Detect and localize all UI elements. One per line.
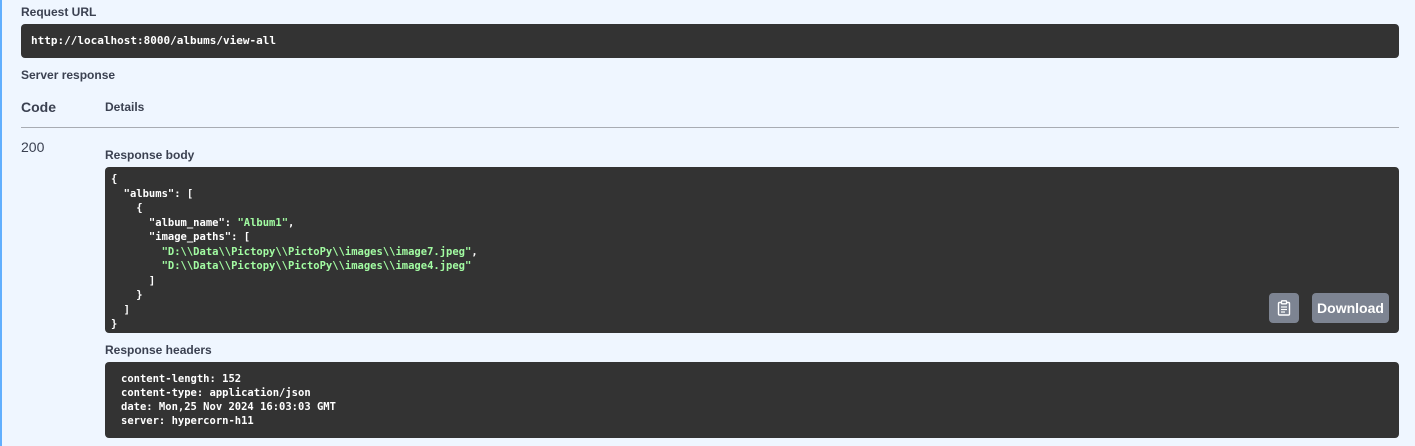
json-punctuation: } <box>111 318 118 330</box>
code-line: "albums": [ <box>111 187 1399 202</box>
json-punctuation: : <box>224 216 238 229</box>
json-punctuation: { <box>111 202 143 214</box>
code-column-header: Code <box>21 99 56 115</box>
json-string: "D:\\Data\\Pictopy\\PictoPy\\images\\ima… <box>111 245 472 258</box>
json-key: "album_name" <box>111 216 225 229</box>
json-string: "Album1" <box>237 216 289 229</box>
response-body-label: Response body <box>105 148 195 162</box>
json-key: "image_paths" <box>111 231 232 243</box>
header-line: content-length: 152 <box>121 373 242 385</box>
json-punctuation: , <box>471 245 478 258</box>
details-column-header: Details <box>105 100 145 114</box>
code-line: { <box>111 172 1399 187</box>
response-body-code[interactable]: { "albums": [ { "album_name": "Album1", … <box>105 167 1399 333</box>
clipboard-icon <box>1277 300 1291 316</box>
status-code: 200 <box>21 139 45 155</box>
copy-to-clipboard-button[interactable] <box>1269 293 1299 323</box>
table-divider <box>21 127 1399 128</box>
left-accent-bar <box>0 0 2 446</box>
json-punctuation: } <box>111 289 143 301</box>
json-punctuation: : [ <box>231 231 251 243</box>
response-body-lines: { "albums": [ { "album_name": "Album1", … <box>111 172 1399 332</box>
json-punctuation: , <box>288 216 295 229</box>
code-line: } <box>111 317 1399 332</box>
code-line: { <box>111 201 1399 216</box>
code-line: "D:\\Data\\Pictopy\\PictoPy\\images\\ima… <box>111 259 1399 274</box>
server-response-label: Server response <box>21 68 116 82</box>
json-punctuation: { <box>111 173 118 185</box>
header-line: content-type: application/json <box>121 387 311 399</box>
response-headers-code[interactable]: content-length: 152 content-type: applica… <box>105 362 1399 438</box>
code-line: ] <box>111 303 1399 318</box>
code-line: } <box>111 288 1399 303</box>
code-line: "album_name": "Album1", <box>111 216 1399 231</box>
request-url-value: http://localhost:8000/albums/view-all <box>31 34 277 47</box>
code-line: "D:\\Data\\Pictopy\\PictoPy\\images\\ima… <box>111 245 1399 260</box>
header-line: date: Mon,25 Nov 2024 16:03:03 GMT <box>121 401 336 413</box>
request-url-box[interactable]: http://localhost:8000/albums/view-all <box>21 24 1399 58</box>
response-headers-lines: content-length: 152 content-type: applica… <box>121 372 1399 428</box>
code-line: ] <box>111 274 1399 289</box>
json-punctuation: : [ <box>174 187 194 200</box>
json-punctuation: ] <box>111 274 156 287</box>
code-line: "image_paths": [ <box>111 230 1399 245</box>
request-url-label: Request URL <box>21 5 97 19</box>
json-punctuation: ] <box>111 303 130 316</box>
json-key: "albums" <box>111 187 175 200</box>
response-headers-label: Response headers <box>105 343 212 357</box>
header-line: server: hypercorn-h11 <box>121 415 254 427</box>
download-button[interactable]: Download <box>1312 293 1389 323</box>
json-string: "D:\\Data\\Pictopy\\PictoPy\\images\\ima… <box>111 260 472 272</box>
